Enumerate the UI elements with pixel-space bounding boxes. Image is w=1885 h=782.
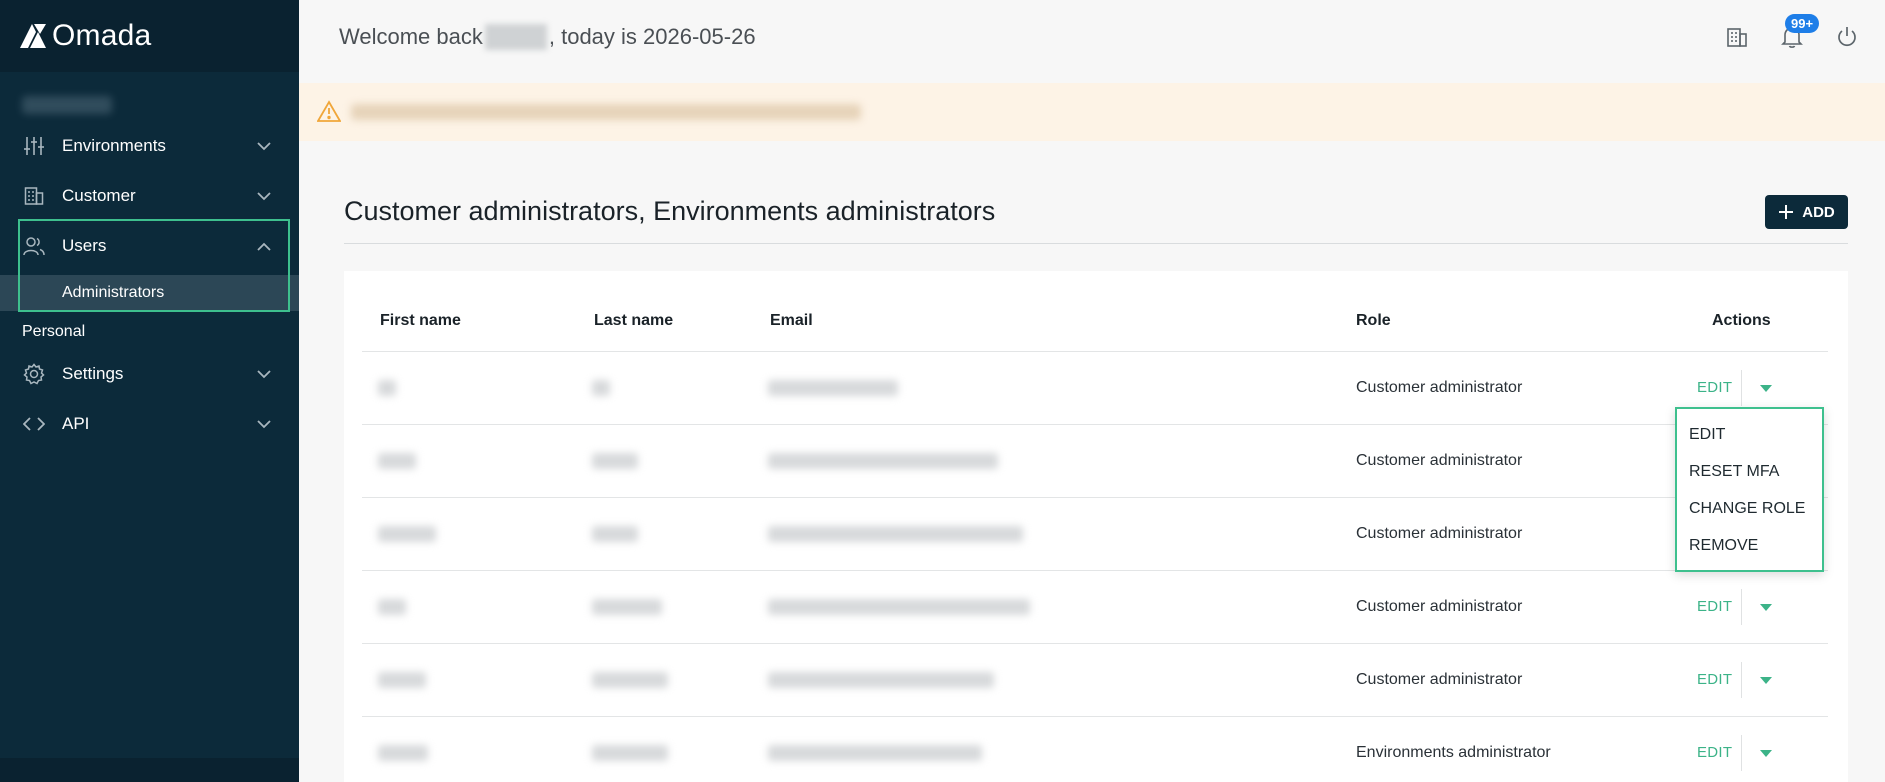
chevron-down-icon [256,366,272,382]
warning-banner [299,83,1885,141]
role-cell: Customer administrator [1356,671,1523,688]
power-icon[interactable] [1834,24,1860,50]
sidebar-item-api[interactable]: API [0,400,299,448]
last-name-redacted [592,672,668,688]
action-separator [1741,589,1742,625]
role-cell: Customer administrator [1356,598,1523,615]
menu-item-change-role[interactable]: CHANGE ROLE [1689,500,1805,518]
last-name-redacted [592,526,638,542]
administrators-table-card [344,271,1848,782]
column-header-role[interactable]: Role [1356,312,1391,330]
welcome-suffix: , today is 2026-05-26 [548,24,756,49]
edit-button[interactable]: EDIT [1697,598,1732,615]
row-divider [362,351,1828,352]
chevron-down-icon [256,188,272,204]
caret-down-icon[interactable] [1759,748,1773,758]
sidebar-item-label: API [62,414,90,433]
logo[interactable]: Omada [18,19,151,53]
menu-item-reset-mfa[interactable]: RESET MFA [1689,463,1779,481]
welcome-message: Welcome back , today is 2026-05-26 [339,24,756,50]
logo-text: Omada [52,19,152,52]
role-cell: Environments administrator [1356,744,1551,761]
email-redacted [768,526,1023,542]
sidebar-subitem-label: Administrators [62,284,165,301]
column-header-first-name[interactable]: First name [380,312,461,330]
action-separator [1741,662,1742,698]
action-separator [1741,370,1742,406]
row-actions-menu: EDIT RESET MFA CHANGE ROLE REMOVE [1675,407,1824,572]
organization-icon[interactable] [1724,24,1750,50]
users-icon [22,234,46,258]
sliders-icon [22,134,46,158]
role-cell: Customer administrator [1356,525,1523,542]
gear-icon [22,362,46,386]
last-name-redacted [592,745,668,761]
chevron-down-icon [256,416,272,432]
column-header-email[interactable]: Email [770,312,813,330]
edit-button[interactable]: EDIT [1697,671,1732,688]
notifications-badge: 99+ [1785,14,1820,33]
menu-item-edit[interactable]: EDIT [1689,426,1725,444]
last-name-redacted [592,453,638,469]
last-name-redacted [592,380,610,396]
welcome-prefix: Welcome back [339,24,483,49]
banner-text-redacted [351,104,861,120]
email-redacted [768,672,994,688]
sidebar-item-environments[interactable]: Environments [0,122,299,170]
row-divider [362,643,1828,644]
first-name-redacted [378,599,406,615]
sidebar-item-users[interactable]: Users [0,222,299,270]
chevron-down-icon [256,138,272,154]
add-button[interactable]: ADD [1765,195,1848,229]
sidebar-item-label: Users [62,236,107,255]
email-redacted [768,745,982,761]
sidebar-item-customer[interactable]: Customer [0,172,299,220]
warning-icon [316,100,342,127]
sidebar: Omada Environments Customer Users Admini… [0,0,299,782]
omada-logo-icon [20,24,46,48]
email-redacted [768,380,898,396]
menu-item-remove[interactable]: REMOVE [1689,537,1758,555]
role-cell: Customer administrator [1356,379,1523,396]
first-name-redacted [378,672,426,688]
sidebar-footer [0,758,299,782]
column-header-last-name[interactable]: Last name [594,312,673,330]
caret-down-icon[interactable] [1759,602,1773,612]
action-separator [1741,735,1742,771]
code-icon [22,412,46,436]
column-header-actions: Actions [1712,312,1771,329]
last-name-redacted [592,599,662,615]
email-redacted [768,453,998,469]
building-icon [22,184,46,208]
caret-down-icon[interactable] [1759,675,1773,685]
edit-button[interactable]: EDIT [1697,379,1732,396]
row-divider [362,424,1828,425]
first-name-redacted [378,453,416,469]
top-header: Welcome back , today is 2026-05-26 99+ [299,0,1885,73]
sidebar-item-label: Customer [62,186,136,205]
tenant-name-redacted [22,96,112,114]
row-divider [362,570,1828,571]
email-redacted [768,599,1030,615]
sidebar-item-personal[interactable]: Personal [22,323,85,341]
user-name-redacted [484,24,547,50]
edit-button[interactable]: EDIT [1697,744,1732,761]
row-divider [362,497,1828,498]
chevron-up-icon [256,238,272,254]
first-name-redacted [378,526,436,542]
row-divider [362,716,1828,717]
sidebar-subitem-administrators[interactable]: Administrators [0,275,299,311]
sidebar-header: Omada [0,0,299,72]
add-button-label: ADD [1802,203,1835,221]
plus-icon [1779,205,1794,219]
role-cell: Customer administrator [1356,452,1523,469]
first-name-redacted [378,380,396,396]
sidebar-item-label: Environments [62,136,166,155]
first-name-redacted [378,745,428,761]
sidebar-item-label: Settings [62,364,124,383]
sidebar-item-settings[interactable]: Settings [0,350,299,398]
title-divider [344,243,1848,244]
page-title: Customer administrators, Environments ad… [344,196,996,226]
caret-down-icon[interactable] [1759,383,1773,393]
